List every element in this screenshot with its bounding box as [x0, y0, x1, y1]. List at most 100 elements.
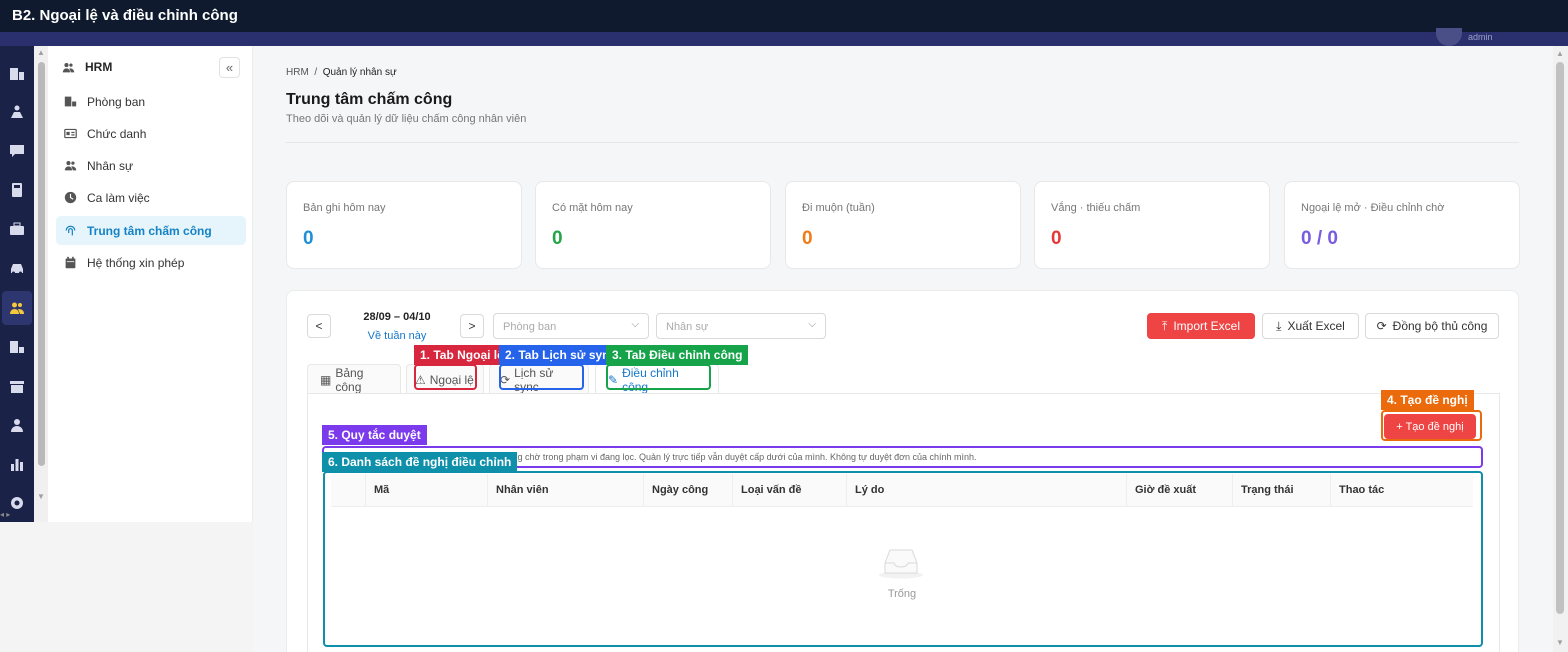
department-placeholder: Phòng ban: [503, 321, 557, 333]
annotation-label-4: 4. Tạo đề nghị: [1381, 390, 1474, 410]
prev-week-button[interactable]: <: [307, 314, 331, 338]
scroll-up-arrow[interactable]: ▲: [1556, 49, 1564, 58]
sidebar-item-he-thong-xin-phep[interactable]: Hệ thống xin phép: [56, 248, 246, 277]
annotation-label-6: 6. Danh sách đề nghị điều chỉnh: [322, 452, 518, 472]
annotation-label-1: 1. Tab Ngoại lệ: [414, 345, 500, 365]
manual-sync-button[interactable]: ⟳ Đồng bộ thủ công: [1365, 313, 1499, 339]
department-icon: [64, 96, 77, 107]
meeting-icon[interactable]: [6, 101, 28, 123]
stat-card-records-today: Bản ghi hôm nay 0: [286, 181, 522, 269]
sidebar-item-label: Ca làm việc: [87, 190, 150, 205]
sidebar-item-nhan-su[interactable]: Nhân sự: [56, 151, 246, 180]
scroll-up-arrow[interactable]: ▲: [37, 48, 45, 57]
sidebar-item-phong-ban[interactable]: Phòng ban: [56, 87, 246, 116]
stat-label: Đi muộn (tuần): [802, 202, 875, 214]
sidebar-title: HRM: [85, 60, 113, 74]
annotation-highlight-lich-su-sync: [499, 364, 584, 390]
sidebar-item-label: Phòng ban: [87, 94, 146, 109]
annotation-highlight-danh-sach: [323, 471, 1483, 647]
calendar-icon: [65, 256, 76, 269]
department-select[interactable]: Phòng ban ⌵: [493, 313, 649, 339]
sidebar: HRM « Phòng ban Chức danh Nhân sự Ca làm…: [48, 46, 253, 522]
page-scrollbar[interactable]: ▲ ▼: [1553, 46, 1568, 652]
sidebar-item-label: Nhân sự: [87, 158, 134, 173]
sidebar-item-ca-lam-viec[interactable]: Ca làm việc: [56, 183, 246, 212]
hrm-users-icon[interactable]: [2, 291, 32, 325]
window-title: B2. Ngoại lệ và điều chỉnh công: [0, 0, 1568, 32]
employee-select[interactable]: Nhân sự ⌵: [656, 313, 826, 339]
sidebar-item-trung-tam-cham-cong[interactable]: Trung tâm chấm công: [56, 216, 246, 245]
sidebar-item-label: Trung tâm chấm công: [87, 223, 212, 238]
person-icon[interactable]: [6, 414, 28, 436]
refresh-icon: ⟳: [1376, 319, 1387, 333]
stat-label: Bản ghi hôm nay: [303, 202, 386, 214]
next-week-button[interactable]: >: [460, 314, 484, 338]
breadcrumb-separator: /: [314, 67, 318, 78]
app-header-strip: admin: [0, 28, 1568, 46]
stat-card-exceptions-adjustments: Ngoại lệ mở · Điều chỉnh chờ 0 / 0: [1284, 181, 1520, 269]
page-subtitle: Theo dõi và quản lý dữ liệu chấm công nh…: [286, 113, 527, 125]
sidebar-item-chuc-danh[interactable]: Chức danh: [56, 119, 246, 148]
chart-icon[interactable]: [6, 453, 28, 475]
id-card-icon: [64, 128, 77, 139]
chevron-right-icon: >: [468, 319, 476, 333]
import-excel-button[interactable]: ⤒ Import Excel: [1147, 313, 1255, 339]
stat-label: Ngoại lệ mở · Điều chỉnh chờ: [1301, 202, 1445, 214]
building-icon[interactable]: [6, 62, 28, 84]
sidebar-item-label: Hệ thống xin phép: [87, 255, 185, 270]
sidebar-footer-area: [0, 522, 253, 652]
download-icon: ⤓: [1276, 318, 1282, 333]
export-label: Xuất Excel: [1287, 319, 1345, 333]
fingerprint-icon: [65, 225, 76, 236]
users-icon: [62, 62, 75, 72]
briefcase-icon[interactable]: [6, 218, 28, 240]
breadcrumb-root[interactable]: HRM: [286, 67, 309, 78]
stat-card-present-today: Có mặt hôm nay 0: [535, 181, 771, 269]
stat-value: 0: [303, 228, 314, 249]
page-scrollbar-thumb[interactable]: [1556, 62, 1564, 614]
table-icon: ▦: [320, 372, 332, 387]
page-title: Trung tâm chấm công: [286, 91, 453, 108]
stat-value: 0 / 0: [1301, 228, 1338, 249]
breadcrumb-current: Quản lý nhân sự: [322, 67, 397, 78]
breadcrumb: HRM / Quản lý nhân sự: [286, 67, 397, 78]
sidebar-item-label: Chức danh: [87, 126, 147, 141]
calculator-icon[interactable]: [6, 179, 28, 201]
users-icon: [64, 161, 77, 171]
annotation-label-2: 2. Tab Lịch sử sync: [499, 345, 607, 365]
rail-scroll-arrows[interactable]: ◂ ▸: [0, 510, 34, 522]
user-name-fragment: admin: [1468, 32, 1493, 42]
stat-value: 0: [802, 228, 813, 249]
annotation-label-5: 5. Quy tắc duyệt: [322, 425, 427, 445]
stat-card-absent: Vắng · thiếu chấm 0: [1034, 181, 1270, 269]
car-icon[interactable]: [6, 257, 28, 279]
stat-label: Vắng · thiếu chấm: [1051, 202, 1141, 214]
chevron-down-icon: ⌵: [808, 319, 816, 330]
sidebar-scrollbar-thumb[interactable]: [38, 62, 45, 466]
tab-bang-cong[interactable]: ▦ Bảng công: [307, 364, 401, 394]
avatar[interactable]: [1436, 28, 1462, 46]
sidebar-header: HRM: [62, 60, 112, 74]
sync-label: Đồng bộ thủ công: [1392, 319, 1488, 333]
scroll-down-arrow[interactable]: ▼: [37, 492, 45, 501]
stat-label: Có mặt hôm nay: [552, 202, 633, 214]
scroll-down-arrow[interactable]: ▼: [1556, 638, 1564, 647]
annotation-highlight-ngoai-le: [414, 364, 477, 390]
upload-icon: ⤒: [1162, 318, 1168, 333]
annotation-label-3: 3. Tab Điều chỉnh công: [606, 345, 749, 365]
this-week-link[interactable]: Về tuần này: [347, 330, 447, 342]
week-range: 28/09 – 04/10: [363, 311, 431, 323]
annotation-highlight-dieu-chinh-cong: [606, 364, 711, 390]
store-icon[interactable]: [6, 375, 28, 397]
org-icon[interactable]: [6, 336, 28, 358]
export-excel-button[interactable]: ⤓ Xuất Excel: [1262, 313, 1359, 339]
tab-label: Bảng công: [335, 365, 364, 394]
chevron-down-icon: ⌵: [631, 319, 639, 330]
divider: [286, 142, 1519, 143]
collapse-sidebar-button[interactable]: «: [219, 57, 240, 78]
import-label: Import Excel: [1173, 319, 1240, 333]
chevron-left-icon: <: [315, 319, 323, 333]
stat-value: 0: [552, 228, 563, 249]
employee-placeholder: Nhân sự: [666, 321, 709, 333]
chat-icon[interactable]: [6, 140, 28, 162]
